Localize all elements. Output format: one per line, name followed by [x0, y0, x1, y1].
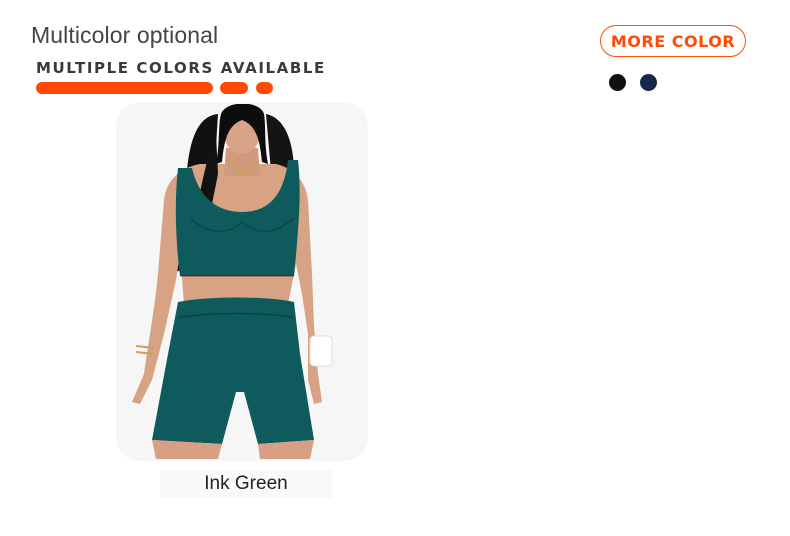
color-name-label: Ink Green	[160, 470, 332, 498]
page-title: Multicolor optional	[31, 22, 219, 48]
accent-bar-medium	[220, 82, 248, 94]
accent-bar-short	[256, 82, 273, 94]
color-swatch-black[interactable]	[609, 74, 626, 91]
color-swatch-navy[interactable]	[640, 74, 657, 91]
product-image-card[interactable]	[118, 104, 366, 459]
section-subtitle: MULTIPLE COLORS AVAILABLE	[36, 59, 326, 77]
product-image	[132, 104, 333, 459]
more-color-button[interactable]: MORE COLOR	[600, 25, 746, 57]
accent-bar-long	[36, 82, 213, 94]
